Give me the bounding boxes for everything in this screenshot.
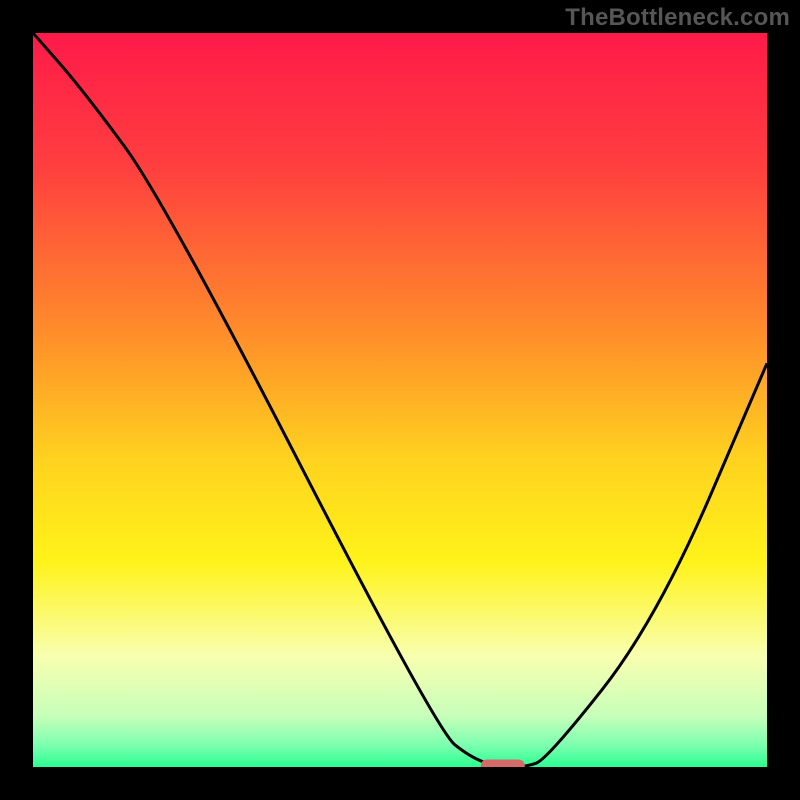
chart-svg <box>33 33 767 767</box>
chart-frame: TheBottleneck.com <box>0 0 800 800</box>
watermark-text: TheBottleneck.com <box>565 4 790 32</box>
plot-area <box>33 33 767 767</box>
optimal-marker <box>481 760 525 768</box>
